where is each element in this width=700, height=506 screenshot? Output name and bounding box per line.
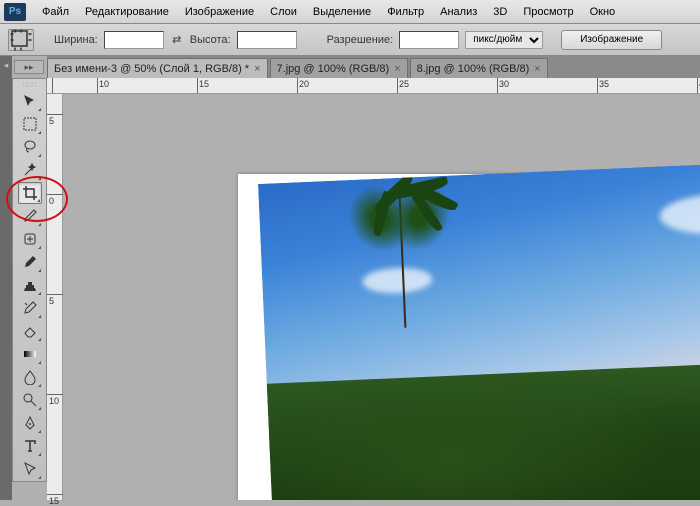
app-logo: Ps (4, 3, 26, 21)
canvas-area[interactable] (63, 94, 700, 500)
dodge-tool-icon[interactable] (18, 389, 42, 411)
units-select[interactable]: пикс/дюйм (465, 31, 543, 49)
tab-8jpg[interactable]: 8.jpg @ 100% (RGB/8) × (410, 58, 548, 78)
menu-layers[interactable]: Слои (262, 3, 305, 21)
blur-tool-icon[interactable] (18, 366, 42, 388)
menu-window[interactable]: Окно (582, 3, 624, 21)
menu-file[interactable]: Файл (34, 3, 77, 21)
menu-filter[interactable]: Фильтр (379, 3, 432, 21)
toolbox: ∷∷∷ (12, 78, 47, 482)
resolution-label: Разрешение: (327, 34, 394, 46)
eraser-tool-icon[interactable] (18, 320, 42, 342)
menu-bar: Ps Файл Редактирование Изображение Слои … (0, 0, 700, 24)
document-tab-strip: Без имени-3 @ 50% (Слой 1, RGB/8) * × 7.… (47, 56, 700, 78)
crop-tool-icon[interactable] (18, 182, 42, 204)
healing-brush-tool-icon[interactable] (18, 228, 42, 250)
height-input[interactable] (237, 31, 297, 49)
tab-untitled-3[interactable]: Без имени-3 @ 50% (Слой 1, RGB/8) * × (47, 58, 268, 78)
width-input[interactable] (104, 31, 164, 49)
resolution-input[interactable] (399, 31, 459, 49)
width-label: Ширина: (54, 34, 98, 46)
magic-wand-tool-icon[interactable] (18, 159, 42, 181)
swap-dimensions-icon[interactable]: ⇄ (170, 33, 184, 47)
menu-view[interactable]: Просмотр (515, 3, 581, 21)
path-select-tool-icon[interactable] (18, 458, 42, 480)
lasso-tool-icon[interactable] (18, 136, 42, 158)
placed-image[interactable] (258, 158, 700, 500)
brush-tool-icon[interactable] (18, 251, 42, 273)
menu-select[interactable]: Выделение (305, 3, 379, 21)
move-tool-icon[interactable] (18, 90, 42, 112)
menu-edit[interactable]: Редактирование (77, 3, 177, 21)
tab-label: 7.jpg @ 100% (RGB/8) (277, 63, 390, 75)
menu-3d[interactable]: 3D (485, 3, 515, 21)
gradient-tool-icon[interactable] (18, 343, 42, 365)
toolbox-grip[interactable]: ∷∷∷ (13, 81, 46, 89)
vertical-ruler: 5051015 (47, 94, 63, 500)
marquee-tool-icon[interactable] (18, 113, 42, 135)
close-icon[interactable]: × (254, 63, 260, 75)
pen-tool-icon[interactable] (18, 412, 42, 434)
menu-analysis[interactable]: Анализ (432, 3, 485, 21)
close-icon[interactable]: × (394, 63, 400, 75)
horizontal-ruler: 10152025303540 (47, 78, 700, 94)
height-label: Высота: (190, 34, 231, 46)
tab-label: Без имени-3 @ 50% (Слой 1, RGB/8) * (54, 63, 249, 75)
tab-7jpg[interactable]: 7.jpg @ 100% (RGB/8) × (270, 58, 408, 78)
panel-collapse-strip[interactable]: ◂ (0, 56, 12, 500)
clone-stamp-tool-icon[interactable] (18, 274, 42, 296)
options-bar: Ширина: ⇄ Высота: Разрешение: пикс/дюйм … (0, 24, 700, 56)
tab-label: 8.jpg @ 100% (RGB/8) (417, 63, 530, 75)
collapse-toolbox-icon[interactable]: ▸▸ (14, 60, 44, 74)
menu-image[interactable]: Изображение (177, 3, 262, 21)
type-tool-icon[interactable] (18, 435, 42, 457)
history-brush-tool-icon[interactable] (18, 297, 42, 319)
front-image-button[interactable]: Изображение (561, 30, 662, 50)
eyedropper-tool-icon[interactable] (18, 205, 42, 227)
active-tool-preset[interactable] (8, 29, 34, 51)
close-icon[interactable]: × (534, 63, 540, 75)
